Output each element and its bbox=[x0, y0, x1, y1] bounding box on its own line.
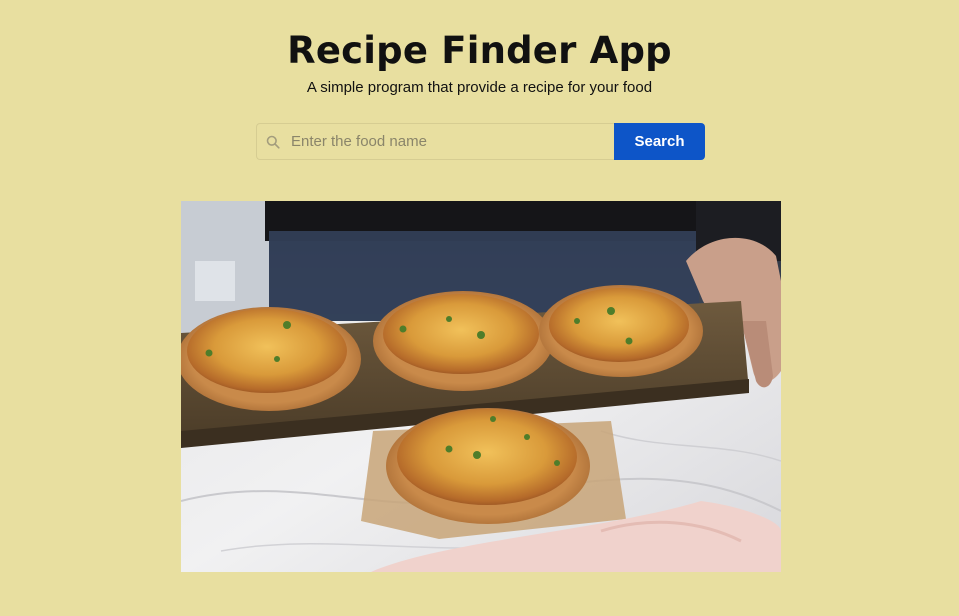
search-input[interactable] bbox=[291, 124, 609, 159]
recipe-finder-page: Recipe Finder App A simple program that … bbox=[0, 0, 959, 616]
search-form: Search bbox=[256, 123, 705, 160]
search-icon bbox=[266, 135, 280, 149]
search-button[interactable]: Search bbox=[614, 123, 705, 160]
food-image bbox=[181, 201, 781, 572]
search-box bbox=[256, 123, 614, 160]
page-title: Recipe Finder App bbox=[287, 29, 672, 72]
page-subtitle: A simple program that provide a recipe f… bbox=[306, 79, 653, 96]
